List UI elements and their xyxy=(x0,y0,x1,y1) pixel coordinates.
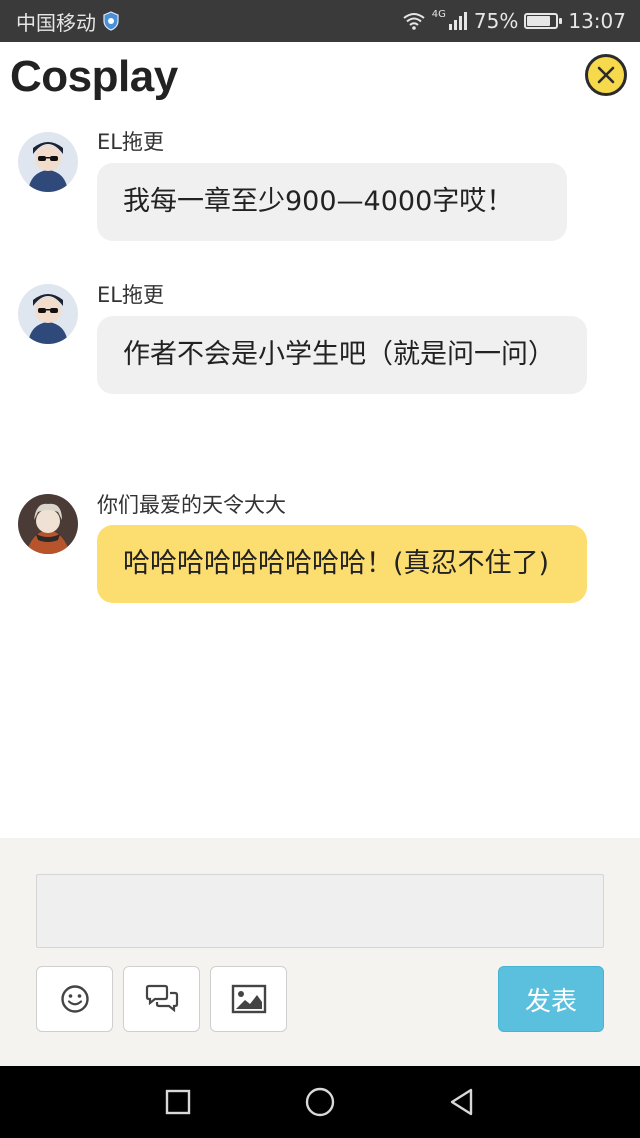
avatar[interactable] xyxy=(18,284,78,344)
battery-fill xyxy=(527,16,550,26)
clock: 13:07 xyxy=(568,9,626,33)
emoji-button[interactable] xyxy=(36,966,113,1032)
status-right: 4G 75% 13:07 xyxy=(402,0,626,42)
shield-icon xyxy=(103,11,119,31)
signal-icon xyxy=(448,12,467,30)
image-button[interactable] xyxy=(210,966,287,1032)
close-icon xyxy=(597,66,615,84)
avatar-illustration xyxy=(18,284,78,344)
carrier-label: 中国移动 xyxy=(16,10,96,35)
network-type: 4G xyxy=(431,9,446,20)
status-bar: 中国移动 4G 75% 13:07 xyxy=(0,0,640,42)
system-nav-bar xyxy=(0,1066,640,1138)
wifi-icon xyxy=(403,13,425,30)
message-bubble-highlighted[interactable]: 哈哈哈哈哈哈哈哈哈！(真忍不住了) xyxy=(97,525,587,603)
circle-icon xyxy=(305,1087,335,1117)
message-input[interactable] xyxy=(36,874,604,948)
sender-name: 你们最爱的天令大大 xyxy=(97,493,286,517)
avatar[interactable] xyxy=(18,494,78,554)
square-icon xyxy=(165,1089,191,1115)
sender-name: EL拖更 xyxy=(97,130,164,154)
image-icon xyxy=(231,984,266,1014)
message-bubble[interactable]: 我每一章至少900—4000字哎！ xyxy=(97,163,567,241)
quote-button[interactable] xyxy=(123,966,200,1032)
page-title: Cosplay xyxy=(10,52,178,101)
message-bubble[interactable]: 作者不会是小学生吧（就是问一问） xyxy=(97,316,587,394)
battery-percent: 75% xyxy=(473,9,519,33)
home-button[interactable] xyxy=(302,1084,338,1120)
composer: 发表 xyxy=(0,838,640,1066)
battery-icon xyxy=(524,13,563,29)
status-left: 中国移动 xyxy=(16,0,120,42)
recent-apps-button[interactable] xyxy=(160,1084,196,1120)
header: Cosplay xyxy=(0,42,640,112)
avatar-illustration xyxy=(18,494,78,554)
sender-name: EL拖更 xyxy=(97,283,164,307)
avatar-illustration xyxy=(18,132,78,192)
close-button[interactable] xyxy=(585,54,627,96)
smile-icon xyxy=(60,985,89,1013)
back-triangle-icon xyxy=(450,1088,473,1116)
back-button[interactable] xyxy=(444,1084,480,1120)
avatar[interactable] xyxy=(18,132,78,192)
comments-icon xyxy=(145,984,178,1013)
send-button[interactable]: 发表 xyxy=(498,966,604,1032)
